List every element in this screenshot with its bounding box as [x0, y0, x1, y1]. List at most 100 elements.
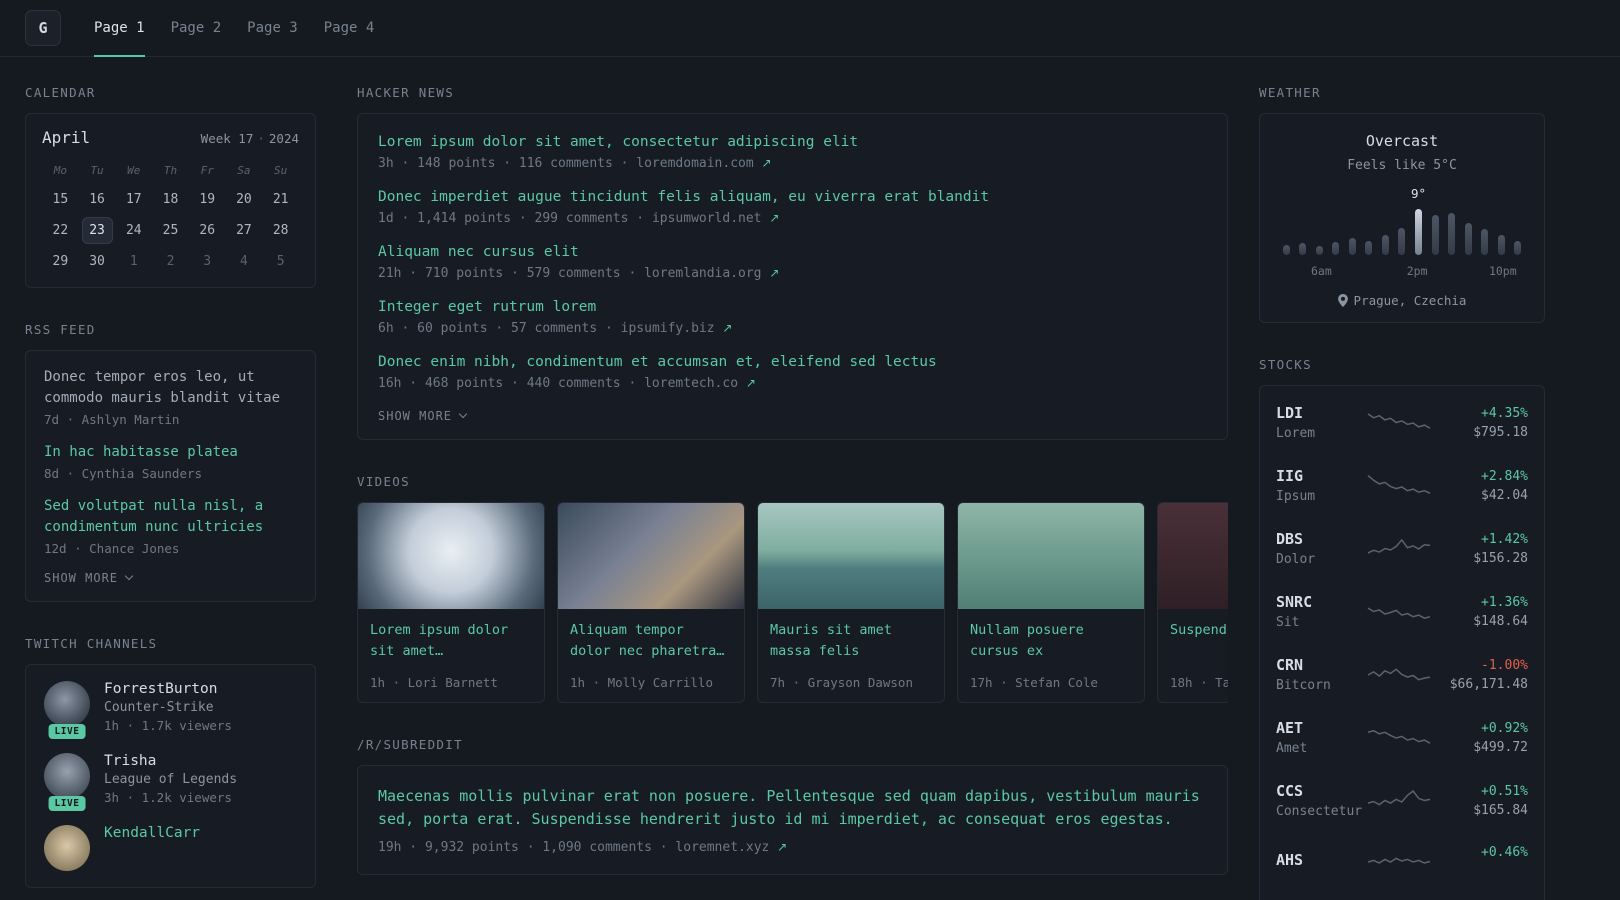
calendar-day[interactable]: 23 [81, 217, 113, 244]
stock-spark-wrap [1364, 723, 1434, 753]
rss-item-title[interactable]: In hac habitasse platea [44, 442, 297, 463]
stock-row[interactable]: CRN Bitcorn -1.00% $66,171.48 [1276, 656, 1528, 693]
stock-row[interactable]: AET Amet +0.92% $499.72 [1276, 719, 1528, 756]
stock-row[interactable]: AHS +0.46% [1276, 845, 1528, 879]
tab-page-4[interactable]: Page 4 [311, 0, 388, 56]
video-card[interactable]: Lorem ipsum dolor sit amet consectetu… 1h… [357, 502, 545, 703]
rss-show-more-label: SHOW MORE [44, 571, 119, 585]
twitch-avatar: LIVE [44, 681, 90, 739]
video-thumbnail [758, 503, 944, 609]
calendar-day[interactable]: 27 [228, 217, 259, 244]
rss-show-more-button[interactable]: SHOW MORE [44, 571, 134, 585]
stock-name: Sit [1276, 615, 1300, 630]
video-card[interactable]: Mauris sit amet massa felis 7h · Grayson … [757, 502, 945, 703]
hackernews-item: Integer eget rutrum lorem 6h · 60 points … [378, 299, 1207, 336]
stock-symbol: CRN [1276, 656, 1304, 674]
calendar-day[interactable]: 25 [155, 217, 186, 244]
external-link-icon: ↗ [745, 376, 756, 390]
calendar-day[interactable]: 3 [192, 248, 223, 275]
calendar-day[interactable]: 18 [155, 186, 186, 213]
hackernews-item-title[interactable]: Aliquam nec cursus elit [378, 244, 1207, 260]
weather-bar-cell [1295, 203, 1312, 255]
left-column: CALENDAR April Week 17 · 2024 Mo Tu We Th Fr Sa… [25, 85, 316, 900]
calendar-day[interactable]: 16 [82, 186, 113, 213]
video-title: Nullam posuere cursus ex [970, 622, 1084, 659]
twitch-channel-row[interactable]: KendallCarr [44, 825, 297, 871]
twitch-card: LIVE ForrestBurton Counter-Strike 1h · 1.7k… [25, 664, 316, 888]
stock-change: +0.51% [1481, 783, 1528, 799]
stock-right: +0.46% [1434, 845, 1528, 879]
hackernews-show-more-button[interactable]: SHOW MORE [378, 409, 468, 423]
hackernews-domain-link[interactable]: loremtech.co ↗ [644, 376, 756, 391]
location-pin-icon [1337, 294, 1348, 307]
subreddit-post-title[interactable]: Maecenas mollis pulvinar erat non posuer… [378, 785, 1207, 832]
twitch-section-title: TWITCH CHANNELS [25, 636, 158, 651]
calendar-day[interactable]: 26 [192, 217, 223, 244]
stock-right: -1.00% $66,171.48 [1434, 658, 1528, 692]
app-logo[interactable]: G [25, 10, 61, 46]
stock-left: CRN Bitcorn [1276, 656, 1364, 693]
calendar-day[interactable]: 1 [118, 248, 149, 275]
stock-left: DBS Dolor [1276, 530, 1364, 567]
calendar-day[interactable]: 29 [45, 248, 76, 275]
hackernews-domain-link[interactable]: ipsumworld.net ↗ [652, 211, 779, 226]
calendar-day[interactable]: 28 [265, 217, 296, 244]
calendar-day[interactable]: 20 [228, 186, 259, 213]
stock-row[interactable]: CCS Consectetur +0.51% $165.84 [1276, 782, 1528, 819]
subreddit-domain-link[interactable]: loremnet.xyz ↗ [675, 840, 787, 855]
video-card[interactable]: Suspendisse diam 18h · Tara [1157, 502, 1228, 703]
hackernews-widget: HACKER NEWS Lorem ipsum dolor sit amet, … [357, 85, 1228, 440]
hackernews-domain-link[interactable]: loremdomain.com ↗ [636, 156, 771, 171]
calendar-day[interactable]: 22 [45, 217, 76, 244]
calendar-day[interactable]: 2 [155, 248, 186, 275]
calendar-day[interactable]: 4 [228, 248, 259, 275]
rss-item-meta: 7d · Ashlyn Martin [44, 412, 180, 427]
rss-item-title[interactable]: Donec tempor eros leo, ut commodo mauris… [44, 367, 297, 409]
weather-bar-cell [1311, 203, 1328, 255]
video-title: Aliquam tempor dolor nec pharetra… [570, 622, 725, 659]
twitch-channel-info: Trisha League of Legends 3h · 1.2k viewers [104, 753, 237, 805]
twitch-channel-row[interactable]: LIVE ForrestBurton Counter-Strike 1h · 1.7k… [44, 681, 297, 739]
video-card[interactable]: Aliquam tempor dolor nec pharetra… 1h · M… [557, 502, 745, 703]
stock-row[interactable]: DBS Dolor +1.42% $156.28 [1276, 530, 1528, 567]
stock-symbol: SNRC [1276, 593, 1313, 611]
stock-spark-wrap [1364, 660, 1434, 690]
tab-page-2[interactable]: Page 2 [158, 0, 235, 56]
tab-page-1[interactable]: Page 1 [81, 0, 158, 57]
hackernews-meta-text: 21h · 710 points · 579 comments · [378, 266, 645, 281]
hackernews-domain-link[interactable]: loremlandia.org ↗ [644, 266, 779, 281]
stock-row[interactable]: LDI Lorem +4.35% $795.18 [1276, 404, 1528, 441]
video-card[interactable]: Nullam posuere cursus ex 17h · Stefan Col… [957, 502, 1145, 703]
calendar-day[interactable]: 17 [118, 186, 149, 213]
stock-price: $148.64 [1473, 613, 1528, 629]
twitch-channel-row[interactable]: LIVE Trisha League of Legends 3h · 1.2k vie… [44, 753, 297, 811]
stock-symbol: AET [1276, 719, 1304, 737]
stock-sparkline [1367, 412, 1431, 429]
calendar-day[interactable]: 24 [118, 217, 149, 244]
hackernews-item: Lorem ipsum dolor sit amet, consectetur … [378, 134, 1207, 171]
calendar-day[interactable]: 15 [45, 186, 76, 213]
tab-page-3[interactable]: Page 3 [234, 0, 311, 56]
calendar-day[interactable]: 5 [265, 248, 296, 275]
calendar-day-header: Tu [90, 164, 104, 177]
stock-right: +2.84% $42.04 [1434, 469, 1528, 503]
stock-change: +1.36% [1481, 594, 1528, 610]
stock-left: CCS Consectetur [1276, 782, 1364, 819]
hackernews-list: Lorem ipsum dolor sit amet, consectetur … [378, 134, 1207, 391]
calendar-day[interactable]: 21 [265, 186, 296, 213]
hackernews-item-title[interactable]: Donec imperdiet augue tincidunt felis al… [378, 189, 1207, 205]
video-meta: 1h · Molly Carrillo [570, 675, 713, 690]
rss-item-title[interactable]: Sed volutpat nulla nisl, a condimentum n… [44, 496, 297, 538]
calendar-day-header: Mo [53, 164, 67, 177]
stock-row[interactable]: SNRC Sit +1.36% $148.64 [1276, 593, 1528, 630]
calendar-day[interactable]: 30 [82, 248, 113, 275]
hackernews-item-title[interactable]: Lorem ipsum dolor sit amet, consectetur … [378, 134, 1207, 150]
hackernews-item-title[interactable]: Integer eget rutrum lorem [378, 299, 1207, 315]
hackernews-show-more-label: SHOW MORE [378, 409, 453, 423]
hackernews-domain-link[interactable]: ipsumify.biz ↗ [621, 321, 733, 336]
stock-sparkline [1367, 857, 1431, 864]
hackernews-item-title[interactable]: Donec enim nibh, condimentum et accumsan… [378, 354, 1207, 370]
stock-row[interactable]: IIG Ipsum +2.84% $42.04 [1276, 467, 1528, 504]
stock-left: SNRC Sit [1276, 593, 1364, 630]
calendar-day[interactable]: 19 [192, 186, 223, 213]
